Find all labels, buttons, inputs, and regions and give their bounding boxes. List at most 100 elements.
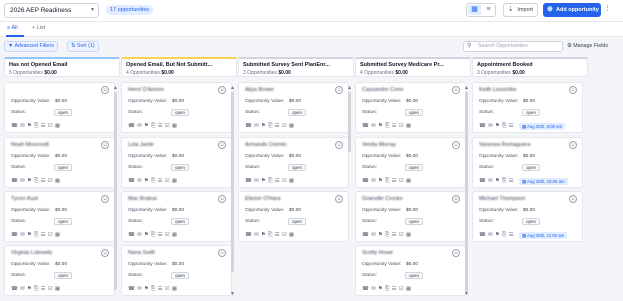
tag-icon[interactable]: ⚑	[144, 123, 151, 129]
column-scrollbar[interactable]	[348, 92, 351, 152]
assign-user-icon[interactable]: ☺	[569, 86, 577, 94]
contact-name[interactable]: Venita Murray	[362, 142, 396, 148]
attach-icon[interactable]: ⎘	[34, 123, 41, 129]
calendar-icon[interactable]: ▦	[406, 123, 413, 129]
tag-icon[interactable]: ⚑	[144, 232, 151, 238]
calendar-icon[interactable]: ▦	[55, 178, 62, 184]
tag-icon[interactable]: ⚑	[378, 123, 385, 129]
chat-icon[interactable]: ✉	[137, 123, 144, 129]
opportunity-card[interactable]: ☺ Opportunity Value: $0.00 Status: open ☎✉⚑⎘☰…	[4, 82, 115, 133]
opportunity-card[interactable]: Nana Swift ☺ Opportunity Value: $0.00 Status…	[121, 245, 232, 296]
assign-user-icon[interactable]: ☺	[452, 195, 460, 203]
tag-icon[interactable]: ⚑	[144, 286, 151, 292]
chat-icon[interactable]: ✉	[137, 232, 144, 238]
phone-icon[interactable]: ☎	[479, 232, 488, 238]
note-icon[interactable]: ☰	[392, 123, 399, 129]
opportunity-card[interactable]: Aliya Brown ☺ Opportunity Value: $0.00 Statu…	[238, 82, 349, 133]
chat-icon[interactable]: ✉	[488, 232, 495, 238]
assign-user-icon[interactable]: ☺	[218, 249, 226, 257]
phone-icon[interactable]: ☎	[245, 123, 254, 129]
attach-icon[interactable]: ⎘	[385, 232, 392, 238]
phone-icon[interactable]: ☎	[11, 178, 20, 184]
task-icon[interactable]: ☑	[399, 123, 406, 129]
pipeline-select[interactable]: 2026 AEP Readiness ▾	[4, 3, 99, 18]
calendar-icon[interactable]: ▦	[289, 123, 296, 129]
note-icon[interactable]: ☰	[158, 123, 165, 129]
calendar-icon[interactable]: ▦	[406, 286, 413, 292]
task-icon[interactable]: ☑	[165, 286, 172, 292]
opportunity-card[interactable]: Henri D'Amore ☺ Opportunity Value: $0.00 Sta…	[121, 82, 232, 133]
note-icon[interactable]: ☰	[41, 232, 48, 238]
task-icon[interactable]: ☑	[48, 178, 55, 184]
task-icon[interactable]: ☑	[165, 123, 172, 129]
attach-icon[interactable]: ⎘	[502, 123, 509, 129]
note-icon[interactable]: ☰	[392, 286, 399, 292]
tag-icon[interactable]: ⚑	[261, 178, 268, 184]
chat-icon[interactable]: ✉	[254, 232, 261, 238]
appointment-badge[interactable]: ▦ Aug 25th, 11:00 am	[519, 232, 568, 239]
tag-icon[interactable]: ⚑	[27, 178, 34, 184]
phone-icon[interactable]: ☎	[128, 178, 137, 184]
note-icon[interactable]: ☰	[41, 178, 48, 184]
import-button[interactable]: ⇣ Import	[503, 3, 538, 17]
assign-user-icon[interactable]: ☺	[218, 141, 226, 149]
attach-icon[interactable]: ⎘	[268, 123, 275, 129]
calendar-icon[interactable]: ▦	[172, 286, 179, 292]
opportunity-card[interactable]: Cassandre Conn ☺ Opportunity Value: $0.00 St…	[355, 82, 466, 133]
phone-icon[interactable]: ☎	[362, 178, 371, 184]
contact-name[interactable]: Henri D'Amore	[128, 87, 164, 93]
calendar-icon[interactable]: ▦	[172, 123, 179, 129]
task-icon[interactable]: ☑	[48, 232, 55, 238]
note-icon[interactable]: ☰	[509, 178, 516, 184]
note-icon[interactable]: ☰	[158, 232, 165, 238]
appointment-badge[interactable]: ▦ Aug 25th, 10:00 am	[519, 178, 568, 185]
assign-user-icon[interactable]: ☺	[452, 141, 460, 149]
chat-icon[interactable]: ✉	[254, 178, 261, 184]
tag-icon[interactable]: ⚑	[495, 232, 502, 238]
phone-icon[interactable]: ☎	[479, 178, 488, 184]
chat-icon[interactable]: ✉	[371, 232, 378, 238]
note-icon[interactable]: ☰	[158, 178, 165, 184]
contact-name[interactable]: Keith Leuschke	[479, 87, 517, 93]
chat-icon[interactable]: ✉	[20, 232, 27, 238]
tag-icon[interactable]: ⚑	[144, 178, 151, 184]
contact-name[interactable]: Nana Swift	[128, 250, 155, 256]
note-icon[interactable]: ☰	[41, 123, 48, 129]
opportunity-card[interactable]: Vanessa Romaguera ☺ Opportunity Value: $0.0…	[472, 137, 583, 188]
chat-icon[interactable]: ✉	[488, 123, 495, 129]
tag-icon[interactable]: ⚑	[378, 286, 385, 292]
contact-name[interactable]: Tycen Aust	[11, 196, 38, 202]
calendar-icon[interactable]: ▦	[172, 178, 179, 184]
calendar-icon[interactable]: ▦	[406, 232, 413, 238]
contact-name[interactable]: Vanessa Romaguera	[479, 142, 530, 148]
assign-user-icon[interactable]: ☺	[569, 141, 577, 149]
attach-icon[interactable]: ⎘	[151, 232, 158, 238]
opportunity-card[interactable]: Lola Jarde ☺ Opportunity Value: $0.00 Status…	[121, 137, 232, 188]
calendar-icon[interactable]: ▦	[55, 286, 62, 292]
phone-icon[interactable]: ☎	[245, 178, 254, 184]
attach-icon[interactable]: ⎘	[502, 178, 509, 184]
contact-name[interactable]: Virginia Lubowitz	[11, 250, 52, 256]
column-scrollbar[interactable]	[114, 92, 117, 290]
scroll-down-icon[interactable]: ▼	[230, 291, 235, 297]
task-icon[interactable]: ☑	[48, 286, 55, 292]
assign-user-icon[interactable]: ☺	[335, 86, 343, 94]
calendar-icon[interactable]: ▦	[289, 232, 296, 238]
manage-fields-button[interactable]: ⚙ Manage Fields	[567, 43, 608, 49]
calendar-icon[interactable]: ▦	[55, 232, 62, 238]
task-icon[interactable]: ☑	[282, 178, 289, 184]
task-icon[interactable]: ☑	[399, 232, 406, 238]
note-icon[interactable]: ☰	[392, 232, 399, 238]
tag-icon[interactable]: ⚑	[27, 232, 34, 238]
note-icon[interactable]: ☰	[392, 178, 399, 184]
opportunity-card[interactable]: Virginia Lubowitz ☺ Opportunity Value: $0.0…	[4, 245, 115, 296]
contact-name[interactable]: Michael Thompson	[479, 196, 525, 202]
scroll-down-icon[interactable]: ▼	[464, 291, 469, 297]
phone-icon[interactable]: ☎	[479, 123, 488, 129]
assign-user-icon[interactable]: ☺	[101, 195, 109, 203]
assign-user-icon[interactable]: ☺	[218, 86, 226, 94]
contact-name[interactable]: Armando Cremin	[245, 142, 287, 148]
attach-icon[interactable]: ⎘	[151, 178, 158, 184]
board-view-icon[interactable]: ▦	[468, 5, 481, 15]
phone-icon[interactable]: ☎	[128, 123, 137, 129]
